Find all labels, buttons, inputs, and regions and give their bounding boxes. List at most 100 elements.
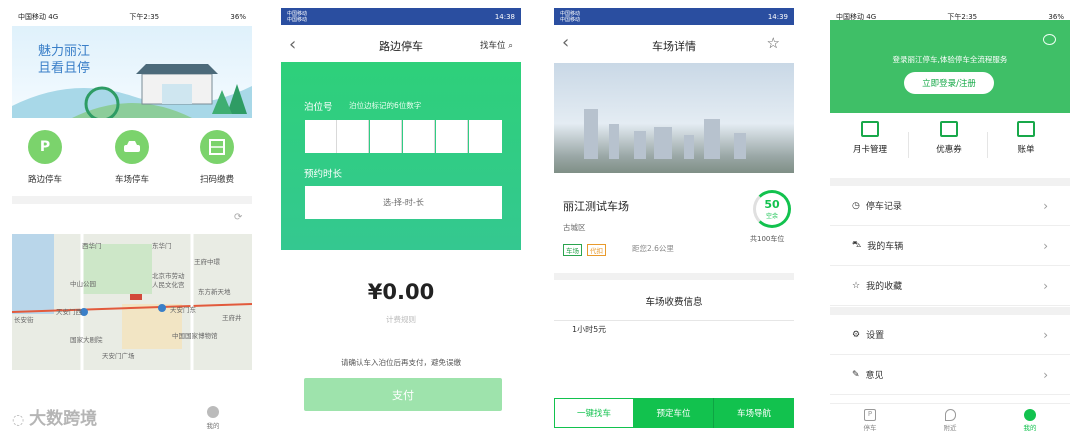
section-gap — [830, 178, 1070, 186]
quick-bill[interactable]: 账单 — [996, 121, 1056, 155]
map-label: 东华门 — [152, 242, 172, 250]
lot-parking-button[interactable] — [115, 130, 149, 164]
home-banner[interactable]: 魅力丽江 且看且停 — [12, 26, 252, 118]
map-label: 天安门广场 — [102, 352, 135, 360]
fee-rule-link[interactable]: 计费规则 — [281, 314, 521, 325]
duration-select[interactable]: 选-择-时-长 — [305, 186, 502, 219]
status-time: 14:38 — [494, 12, 515, 21]
duration-label: 预约时长 — [304, 169, 343, 180]
map-label: 西华门 — [82, 242, 102, 250]
login-button[interactable]: 立即登录/注册 — [904, 72, 994, 94]
scan-icon — [209, 139, 225, 155]
lot-name: 丽江测试车场 — [563, 200, 629, 213]
building-shape — [609, 124, 619, 159]
scan-pay-button[interactable] — [200, 130, 234, 164]
roadside-parking-label: 路边停车 — [27, 175, 62, 185]
menu-feedback[interactable]: ✎ 意见 › — [830, 355, 1070, 395]
quick-coupon[interactable]: 优惠券 — [919, 121, 979, 155]
menu-label: 意见 — [865, 371, 884, 381]
building-shape — [704, 119, 720, 159]
berth-digit-1[interactable] — [305, 120, 337, 153]
divider — [554, 273, 794, 280]
screen-home: 中国移动 4G 下午2:35 36% 魅力丽江 且看且停 P 路边停车 车场停车… — [12, 8, 252, 436]
status-time: 14:39 — [767, 12, 788, 21]
location-icon — [944, 408, 956, 421]
message-icon[interactable] — [1043, 34, 1056, 45]
pen-icon: ✎ — [852, 369, 860, 380]
login-hint: 登录丽江停车,体验停车全流程服务 — [892, 55, 1008, 64]
monthly-card-label: 月卡管理 — [852, 145, 887, 155]
berth-digit-5[interactable] — [436, 120, 468, 153]
me-tab-icon[interactable] — [207, 406, 219, 418]
map-label: 中山公园 — [70, 280, 96, 288]
tab-label: 我的 — [1023, 423, 1037, 432]
tab-nearby[interactable]: 附近 — [910, 406, 990, 432]
menu-settings[interactable]: ⚙ 设置 › — [830, 315, 1070, 355]
tab-bar: P 停车 附近 我的 — [830, 403, 1070, 433]
quick-monthly-card[interactable]: 月卡管理 — [840, 121, 900, 155]
login-panel: 登录丽江停车,体验停车全流程服务 立即登录/注册 — [830, 20, 1070, 113]
chevron-right-icon: › — [1043, 367, 1048, 382]
confirm-note: 请确认车入泊位后再支付，避免误缴 — [341, 358, 461, 367]
building-shape — [684, 135, 694, 159]
map-label: 王府中環 — [194, 258, 220, 266]
find-spot-link[interactable]: 找车位 ⌕ — [480, 39, 513, 51]
reserve-space-button[interactable]: 预定车位 — [634, 398, 714, 428]
status-bar: 中国移动 中国移动 14:38 — [281, 8, 521, 25]
tab-parking[interactable]: P 停车 — [830, 406, 910, 432]
berth-hint: 泊位边标记的6位数字 — [349, 101, 422, 110]
menu-parking-records[interactable]: ◷ 停车记录 › — [830, 186, 1070, 226]
tab-label: 附近 — [943, 423, 957, 432]
divider — [12, 196, 252, 204]
action-bar: 一键找车 预定车位 车场导航 — [554, 398, 794, 428]
tab-me[interactable]: 我的 — [990, 406, 1070, 432]
nav-bar: ‹ 路边停车 找车位 ⌕ — [281, 30, 521, 60]
navigate-button[interactable]: 车场导航 — [714, 398, 794, 428]
chevron-right-icon: › — [1043, 198, 1048, 213]
amount: ¥0.00 — [367, 280, 435, 304]
lot-parking-label: 车场停车 — [114, 175, 149, 185]
tab-label: 停车 — [863, 423, 877, 432]
distance: 距您2.6公里 — [632, 244, 674, 253]
map-label: 天安门西 — [56, 308, 82, 316]
berth-digit-6[interactable] — [469, 120, 502, 153]
battery: 36% — [230, 12, 246, 21]
status-time: 下午2:35 — [129, 12, 160, 21]
favorite-star-icon[interactable]: ☆ — [767, 34, 780, 52]
map-label: 中国国家博物馆 — [172, 332, 218, 340]
carrier: 中国移动 — [18, 12, 46, 21]
berth-digit-2[interactable] — [337, 120, 369, 153]
screen-roadside-parking: 中国移动 中国移动 14:38 ‹ 路边停车 找车位 ⌕ 泊位号 泊位边标记的6位… — [281, 8, 521, 436]
bill-label: 账单 — [1017, 145, 1035, 155]
divider — [987, 132, 988, 158]
coupon-label: 优惠券 — [936, 145, 962, 155]
car-icon: ⛍ — [852, 240, 862, 250]
parking-icon: P — [864, 408, 876, 421]
map-label: 人民文化宫 — [152, 281, 185, 289]
gear-icon: ⚙ — [852, 329, 861, 340]
tab-me[interactable]: 我的 — [193, 420, 233, 430]
berth-digit-3[interactable] — [370, 120, 402, 153]
map-label: 天安门东 — [170, 306, 196, 314]
menu-my-vehicles[interactable]: ⛍ 我的车辆 › — [830, 226, 1070, 266]
vacant-count: 50 — [764, 198, 780, 211]
monthly-card-icon — [861, 121, 879, 137]
map-view[interactable]: 西华门 东华门 王府中環 北京市劳动 人民文化宫 中山公园 东方新天地 天安门东… — [12, 234, 252, 370]
clock-icon: ◷ — [852, 200, 860, 211]
screen-my-account: 中国移动 4G 下午2:35 36% 登录丽江停车,体验停车全流程服务 立即登录… — [830, 8, 1070, 436]
carrier: 中国移动 — [560, 16, 581, 23]
find-car-button[interactable]: 一键找车 — [554, 398, 634, 428]
fee-rule: 1小时5元 — [572, 325, 607, 334]
refresh-icon[interactable]: ⟳ — [234, 212, 242, 223]
search-icon: ⌕ — [508, 41, 513, 51]
divider — [908, 132, 909, 158]
vacant-label: 空余 — [765, 213, 778, 220]
chevron-right-icon: › — [1043, 238, 1048, 253]
building-shape — [584, 109, 598, 159]
watermark-text: 大数跨境 — [29, 409, 98, 429]
berth-digit-4[interactable] — [403, 120, 435, 153]
pay-button[interactable]: 支付 — [304, 378, 502, 411]
roadside-parking-button[interactable]: P — [28, 130, 62, 164]
screen-lot-detail: 中国移动 中国移动 14:39 ‹ 车场详情 ☆ 丽江测试车场 古城区 车场 代扣… — [554, 8, 794, 436]
menu-my-favorites[interactable]: ☆ 我的收藏 › — [830, 266, 1070, 306]
